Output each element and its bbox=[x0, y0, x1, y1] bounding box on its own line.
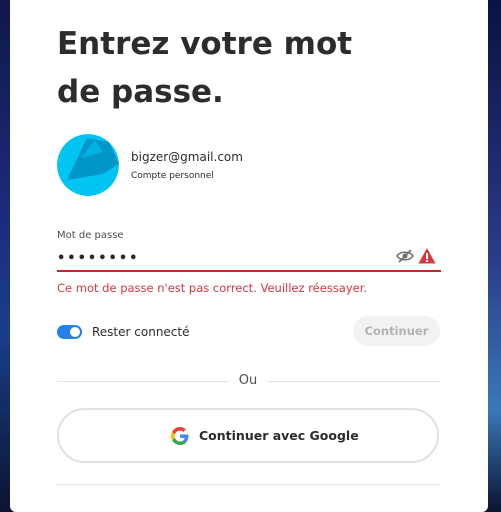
google-button-label: Continuer avec Google bbox=[199, 428, 359, 443]
divider-or-text: Ou bbox=[238, 373, 258, 388]
sign-in-card: Entrez votre mot de passe. bigzer@gmail.… bbox=[10, 0, 488, 512]
toggle-knob bbox=[70, 327, 80, 337]
continue-button[interactable]: Continuer bbox=[353, 316, 440, 346]
page-title: Entrez votre mot de passe. bbox=[57, 26, 353, 110]
password-error-message: Ce mot de passe n'est pas correct. Veuil… bbox=[57, 281, 368, 295]
google-icon bbox=[171, 427, 189, 445]
stay-signed-in-toggle[interactable] bbox=[57, 325, 82, 339]
divider-right bbox=[267, 381, 440, 382]
password-field[interactable] bbox=[57, 246, 441, 272]
stay-signed-in-label: Rester connecté bbox=[92, 325, 190, 339]
hide-password-icon[interactable] bbox=[396, 248, 414, 264]
bottom-divider bbox=[57, 484, 440, 485]
account-email: bigzer@gmail.com bbox=[131, 150, 243, 164]
password-label: Mot de passe bbox=[57, 230, 124, 241]
alert-icon bbox=[418, 247, 436, 265]
continue-with-google-button[interactable]: Continuer avec Google bbox=[57, 408, 439, 463]
avatar bbox=[57, 134, 119, 196]
divider-left bbox=[57, 381, 229, 382]
account-type: Compte personnel bbox=[131, 171, 214, 181]
